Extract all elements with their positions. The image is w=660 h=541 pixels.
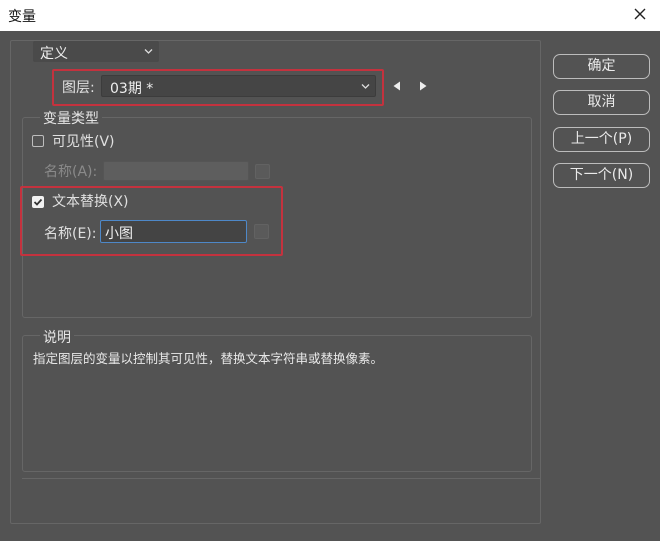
visibility-name-label: 名称(A): (44, 164, 98, 180)
description-text: 指定图层的变量以控制其可见性，替换文本字符串或替换像素。 (33, 351, 384, 366)
title-bar: 变量 (0, 0, 660, 31)
previous-button[interactable]: 上一个(P) (553, 127, 650, 152)
text-replace-name-value: 小图 (105, 226, 133, 242)
bottom-area (22, 478, 541, 524)
description-title: 说明 (40, 327, 74, 347)
chevron-down-icon (144, 48, 153, 55)
mode-select[interactable]: 定义 (33, 41, 159, 62)
text-replace-name-option-button[interactable] (254, 224, 269, 239)
text-replace-name-input[interactable]: 小图 (100, 220, 247, 243)
layer-highlight-box (52, 69, 384, 106)
text-replace-label: 文本替换(X) (52, 194, 129, 210)
close-icon[interactable] (630, 4, 650, 24)
cancel-button[interactable]: 取消 (553, 90, 650, 115)
visibility-label: 可见性(V) (52, 134, 115, 150)
visibility-name-input[interactable] (103, 161, 249, 181)
text-replace-name-label: 名称(E): (44, 226, 97, 242)
next-button[interactable]: 下一个(N) (553, 163, 650, 188)
mode-select-value: 定义 (40, 46, 68, 62)
variable-types-title: 变量类型 (40, 108, 102, 128)
previous-layer-arrow-icon[interactable] (391, 80, 403, 92)
ok-button[interactable]: 确定 (553, 54, 650, 79)
window-title: 变量 (8, 9, 36, 25)
text-replace-checkbox[interactable] (32, 196, 44, 208)
visibility-checkbox[interactable] (32, 135, 44, 147)
visibility-name-option-button[interactable] (255, 164, 270, 179)
next-layer-arrow-icon[interactable] (417, 80, 429, 92)
